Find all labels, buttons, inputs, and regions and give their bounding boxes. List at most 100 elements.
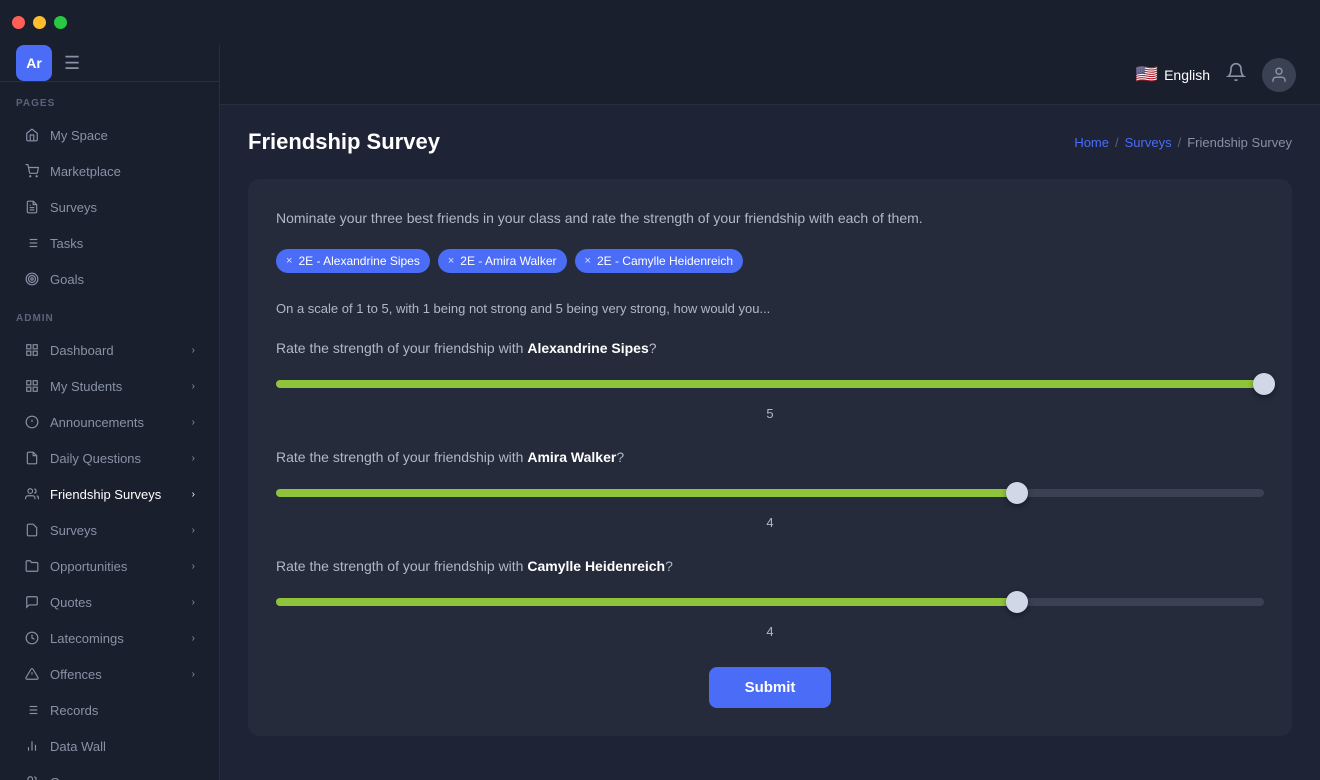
- slider-value-walker: 4: [276, 515, 1264, 530]
- marketplace-icon: [24, 163, 40, 179]
- sidebar-item-data-wall[interactable]: Data Wall: [8, 729, 211, 763]
- groups-icon: [24, 774, 40, 780]
- language-selector[interactable]: 🇺🇸 English: [1136, 64, 1210, 85]
- slider-wrap-heidenreich: [276, 588, 1264, 616]
- chevron-right-icon: ›: [192, 489, 195, 500]
- maximize-button[interactable]: [54, 16, 67, 29]
- page-header: Friendship Survey Home / Surveys / Frien…: [248, 129, 1292, 155]
- data-wall-icon: [24, 738, 40, 754]
- goals-icon: [24, 271, 40, 287]
- hamburger-menu[interactable]: ☰: [64, 53, 80, 74]
- chevron-right-icon: ›: [192, 417, 195, 428]
- slider-track-walker[interactable]: [276, 489, 1264, 497]
- records-icon: [24, 702, 40, 718]
- announcements-icon: [24, 414, 40, 430]
- titlebar: [0, 0, 1320, 45]
- sidebar-item-daily-questions[interactable]: Daily Questions ›: [8, 441, 211, 475]
- minimize-button[interactable]: [33, 16, 46, 29]
- sidebar-item-offences[interactable]: Offences ›: [8, 657, 211, 691]
- pages-section-label: Pages: [0, 82, 219, 117]
- quotes-icon: [24, 594, 40, 610]
- rating-label-sipes: Rate the strength of your friendship wit…: [276, 340, 1264, 356]
- sidebar-item-label: Marketplace: [50, 164, 121, 179]
- breadcrumb: Home / Surveys / Friendship Survey: [1074, 135, 1292, 150]
- sidebar-item-groups[interactable]: Groups: [8, 765, 211, 780]
- breadcrumb-sep-2: /: [1178, 135, 1182, 150]
- sidebar-item-dashboard[interactable]: Dashboard ›: [8, 333, 211, 367]
- sidebar-item-label: Goals: [50, 272, 84, 287]
- sidebar-item-label: Tasks: [50, 236, 83, 251]
- sidebar-item-latecomings[interactable]: Latecomings ›: [8, 621, 211, 655]
- breadcrumb-surveys[interactable]: Surveys: [1125, 135, 1172, 150]
- slider-wrap-walker: [276, 479, 1264, 507]
- home-icon: [24, 127, 40, 143]
- offences-icon: [24, 666, 40, 682]
- sidebar-item-label: Friendship Surveys: [50, 487, 161, 502]
- sidebar-item-surveys-admin[interactable]: Surveys ›: [8, 513, 211, 547]
- notifications-bell[interactable]: [1226, 62, 1246, 88]
- sidebar-item-label: Daily Questions: [50, 451, 141, 466]
- friend-tag-2[interactable]: × 2E - Camylle Heidenreich: [575, 249, 744, 273]
- daily-questions-icon: [24, 450, 40, 466]
- latecomings-icon: [24, 630, 40, 646]
- slider-fill-sipes: [276, 380, 1264, 388]
- sidebar-item-quotes[interactable]: Quotes ›: [8, 585, 211, 619]
- sidebar-item-label: My Students: [50, 379, 122, 394]
- sidebar-item-label: Offences: [50, 667, 102, 682]
- slider-value-sipes: 5: [276, 406, 1264, 421]
- sidebar-item-announcements[interactable]: Announcements ›: [8, 405, 211, 439]
- rating-label-walker: Rate the strength of your friendship wit…: [276, 449, 1264, 465]
- main-content: 🇺🇸 English Friendship Survey Home / Surv…: [220, 45, 1320, 780]
- breadcrumb-home[interactable]: Home: [1074, 135, 1109, 150]
- sidebar-item-label: Opportunities: [50, 559, 127, 574]
- tasks-icon: [24, 235, 40, 251]
- remove-tag-0[interactable]: ×: [286, 255, 292, 267]
- slider-value-heidenreich: 4: [276, 624, 1264, 639]
- friend-tag-0[interactable]: × 2E - Alexandrine Sipes: [276, 249, 430, 273]
- breadcrumb-current: Friendship Survey: [1187, 135, 1292, 150]
- page-title: Friendship Survey: [248, 129, 440, 155]
- slider-thumb-sipes[interactable]: [1253, 373, 1275, 395]
- submit-row: Submit: [276, 667, 1264, 708]
- remove-tag-2[interactable]: ×: [585, 255, 591, 267]
- sidebar-item-tasks[interactable]: Tasks: [8, 226, 211, 260]
- sidebar-item-goals[interactable]: Goals: [8, 262, 211, 296]
- sidebar-item-label: Groups: [50, 775, 93, 780]
- chevron-right-icon: ›: [192, 561, 195, 572]
- close-button[interactable]: [12, 16, 25, 29]
- slider-track-heidenreich[interactable]: [276, 598, 1264, 606]
- chevron-right-icon: ›: [192, 597, 195, 608]
- sidebar-item-label: Announcements: [50, 415, 144, 430]
- chevron-right-icon: ›: [192, 381, 195, 392]
- sidebar-item-label: Surveys: [50, 200, 97, 215]
- chevron-right-icon: ›: [192, 453, 195, 464]
- friendship-surveys-icon: [24, 486, 40, 502]
- remove-tag-1[interactable]: ×: [448, 255, 454, 267]
- flag-icon: 🇺🇸: [1136, 64, 1158, 85]
- sidebar-header: Ar ☰: [0, 45, 219, 82]
- slider-thumb-heidenreich[interactable]: [1006, 591, 1028, 613]
- chevron-right-icon: ›: [192, 633, 195, 644]
- user-avatar[interactable]: [1262, 58, 1296, 92]
- sidebar-item-opportunities[interactable]: Opportunities ›: [8, 549, 211, 583]
- sidebar-item-records[interactable]: Records: [8, 693, 211, 727]
- slider-fill-walker: [276, 489, 1017, 497]
- sidebar-item-surveys[interactable]: Surveys: [8, 190, 211, 224]
- friend-tag-1[interactable]: × 2E - Amira Walker: [438, 249, 567, 273]
- sidebar-item-label: Records: [50, 703, 98, 718]
- topbar: 🇺🇸 English: [220, 45, 1320, 105]
- submit-button[interactable]: Submit: [709, 667, 832, 708]
- chevron-right-icon: ›: [192, 345, 195, 356]
- sidebar-item-my-space[interactable]: My Space: [8, 118, 211, 152]
- sidebar-item-friendship-surveys[interactable]: Friendship Surveys ›: [8, 477, 211, 511]
- sidebar: Ar ☰ Pages My Space Marketplace Surveys: [0, 45, 220, 780]
- sidebar-item-label: Quotes: [50, 595, 92, 610]
- slider-fill-heidenreich: [276, 598, 1017, 606]
- sidebar-item-my-students[interactable]: My Students ›: [8, 369, 211, 403]
- survey-description: Nominate your three best friends in your…: [276, 207, 1264, 229]
- sidebar-item-label: Latecomings: [50, 631, 124, 646]
- slider-thumb-walker[interactable]: [1006, 482, 1028, 504]
- slider-track-sipes[interactable]: [276, 380, 1264, 388]
- sidebar-item-marketplace[interactable]: Marketplace: [8, 154, 211, 188]
- page-content: Friendship Survey Home / Surveys / Frien…: [220, 105, 1320, 780]
